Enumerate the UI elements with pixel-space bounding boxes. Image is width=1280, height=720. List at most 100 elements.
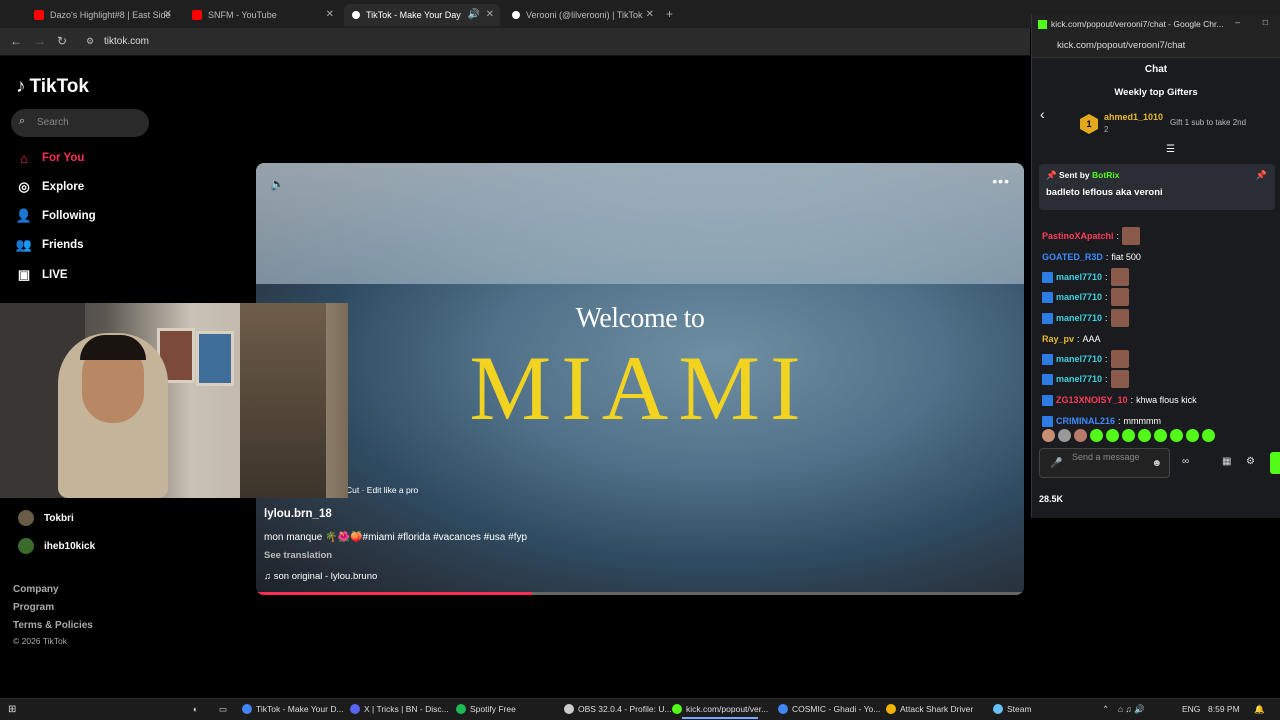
emote-icon[interactable] bbox=[1122, 429, 1135, 442]
emote-icon[interactable] bbox=[1138, 429, 1151, 442]
taskbar-app[interactable]: Attack Shark Driver bbox=[886, 704, 973, 714]
reload-icon[interactable]: ↻ bbox=[57, 34, 67, 48]
windows-start-icon[interactable]: ⊞ bbox=[8, 704, 16, 715]
tab-verooni[interactable]: Verooni (@lilverooni) | TikTok ✕ bbox=[504, 4, 660, 26]
taskbar-app-label: COSMIC - Ghadi - Yo... bbox=[792, 704, 881, 714]
chat-username[interactable]: manel7710 bbox=[1056, 313, 1102, 323]
emote-icon[interactable] bbox=[1186, 429, 1199, 442]
pinned-message[interactable]: 📌 Sent by BotRix 📌 badleto leflous aka v… bbox=[1039, 164, 1275, 210]
video-caption: mon manque 🌴🌺🍑#miami #florida #vacances … bbox=[264, 532, 528, 543]
nav-explore[interactable]: ◎ Explore bbox=[16, 176, 84, 198]
url-field[interactable]: tiktok.com bbox=[104, 36, 149, 47]
chat-username[interactable]: manel7710 bbox=[1056, 272, 1102, 282]
chat-header: Chat bbox=[1144, 64, 1168, 75]
chat-username[interactable]: CRIMINAL216 bbox=[1056, 416, 1115, 426]
emote-icon[interactable] bbox=[1090, 429, 1103, 442]
taskbar-app-label: Steam bbox=[1007, 704, 1032, 714]
account-iheb10kick[interactable]: iheb10kick bbox=[18, 537, 95, 555]
chat-send-button[interactable] bbox=[1270, 452, 1280, 474]
nav-for-you[interactable]: ⌂ For You bbox=[16, 147, 84, 169]
speaker-icon[interactable]: 🔊 bbox=[468, 9, 480, 20]
taskbar-app[interactable]: COSMIC - Ghadi - Yo... bbox=[778, 704, 880, 714]
footer-program[interactable]: Program bbox=[13, 602, 54, 613]
webcam-overlay bbox=[0, 303, 348, 498]
system-time[interactable]: 8:59 PM bbox=[1208, 704, 1240, 714]
emote-icon[interactable] bbox=[1074, 429, 1087, 442]
tiktok-logo[interactable]: ♪ TikTok bbox=[16, 76, 89, 98]
chat-separator: : bbox=[1118, 416, 1121, 426]
chat-message-input[interactable]: 🎤 Send a message ☻ bbox=[1039, 448, 1170, 478]
edge-icon[interactable]: ◐ bbox=[193, 704, 198, 714]
emote-bar bbox=[1042, 429, 1215, 442]
settings-icon[interactable]: ⚙ bbox=[1246, 456, 1255, 467]
emote-icon[interactable] bbox=[1154, 429, 1167, 442]
minimize-icon[interactable]: – bbox=[1235, 17, 1240, 27]
emote-icon[interactable] bbox=[1106, 429, 1119, 442]
chat-username[interactable]: GOATED_R3D bbox=[1042, 252, 1103, 262]
close-icon[interactable]: ✕ bbox=[646, 9, 654, 20]
new-tab-icon[interactable]: + bbox=[666, 7, 673, 21]
forward-icon[interactable]: → bbox=[34, 34, 46, 48]
chat-message: CRIMINAL216: mmmmm bbox=[1042, 412, 1161, 430]
site-info-icon[interactable]: ⚙ bbox=[86, 36, 94, 47]
back-icon[interactable]: ← bbox=[10, 34, 22, 48]
chat-username[interactable]: ZG13XNOISY_10 bbox=[1056, 395, 1128, 405]
emote-icon[interactable] bbox=[1170, 429, 1183, 442]
emote-icon[interactable] bbox=[1058, 429, 1071, 442]
footer-terms[interactable]: Terms & Policies bbox=[13, 620, 93, 631]
gift-cta[interactable]: Gift 1 sub to take 2nd bbox=[1170, 118, 1246, 127]
see-translation-link[interactable]: See translation bbox=[264, 550, 332, 561]
mic-icon[interactable]: 🎤 bbox=[1050, 458, 1062, 469]
more-options-icon[interactable]: ••• bbox=[992, 173, 1010, 189]
sub-badge-icon bbox=[1042, 394, 1053, 406]
chat-message: Ray_pv: AAA bbox=[1042, 330, 1101, 348]
top-gifter[interactable]: 1 ahmed1_1010 2 Gift 1 sub to take 2nd bbox=[1080, 112, 1280, 138]
chevron-left-icon[interactable]: ‹ bbox=[1040, 106, 1045, 122]
maximize-icon[interactable]: □ bbox=[1263, 17, 1268, 27]
chat-username[interactable]: PastinoXApatchi bbox=[1042, 231, 1114, 241]
chat-username[interactable]: Ray_pv bbox=[1042, 334, 1074, 344]
video-overlay-title: Welcome to bbox=[575, 303, 705, 334]
chat-username[interactable]: manel7710 bbox=[1056, 292, 1102, 302]
notification-icon[interactable]: 🔔 bbox=[1254, 704, 1265, 715]
taskbar-app[interactable]: Steam bbox=[993, 704, 1032, 714]
taskbar-app[interactable]: OBS 32.0.4 - Profile: U... bbox=[564, 704, 672, 714]
account-tokbri[interactable]: Tokbri bbox=[18, 509, 74, 527]
close-icon[interactable]: ✕ bbox=[486, 9, 494, 20]
unpin-icon[interactable]: 📌 bbox=[1256, 170, 1267, 181]
taskbar-app[interactable]: X | Tricks | BN - Disc... bbox=[350, 704, 449, 714]
nav-friends[interactable]: 👥 Friends bbox=[16, 234, 84, 256]
taskbar-app[interactable]: kick.com/popout/ver... bbox=[672, 704, 768, 719]
file-explorer-icon[interactable]: ▭ bbox=[219, 704, 227, 715]
chat-message: PastinoXApatchi: bbox=[1042, 227, 1141, 245]
search-input[interactable]: ⌕ Search bbox=[11, 109, 149, 137]
tab-dazo[interactable]: Dazo's Highlight#8 | East Side ✕ bbox=[26, 4, 178, 26]
store-icon[interactable]: ▦ bbox=[1222, 456, 1231, 467]
video-player[interactable]: 🔈 ••• Welcome to MIAMI Cut · Edit like a… bbox=[256, 163, 1024, 595]
kick-url-bar[interactable]: kick.com/popout/verooni7/chat bbox=[1032, 34, 1280, 58]
tray-icons[interactable]: ⌂ ♫ 🔊 bbox=[1118, 704, 1145, 715]
video-author[interactable]: lylou.brn_18 bbox=[264, 508, 332, 520]
footer-company[interactable]: Company bbox=[13, 584, 59, 595]
video-sound[interactable]: ♫ son original - lylou.bruno bbox=[264, 571, 377, 582]
taskbar-app[interactable]: TikTok - Make Your D... bbox=[242, 704, 344, 714]
nav-live[interactable]: ▣ LIVE bbox=[16, 264, 68, 286]
emote-icon[interactable] bbox=[1202, 429, 1215, 442]
tab-snfm[interactable]: SNFM - YouTube ✕ bbox=[184, 4, 340, 26]
tab-tiktok[interactable]: TikTok - Make Your Day 🔊 ✕ bbox=[344, 4, 500, 26]
video-progress-bar[interactable] bbox=[256, 592, 1024, 595]
close-icon[interactable]: ✕ bbox=[164, 9, 172, 20]
close-icon[interactable]: ✕ bbox=[326, 9, 334, 20]
nav-following[interactable]: 👤 Following bbox=[16, 205, 96, 227]
chevron-up-icon[interactable]: ⌃ bbox=[1102, 704, 1109, 715]
emoji-icon[interactable]: ☻ bbox=[1151, 458, 1162, 469]
chat-username[interactable]: manel7710 bbox=[1056, 354, 1102, 364]
emote-icon[interactable] bbox=[1042, 429, 1055, 442]
chat-username[interactable]: manel7710 bbox=[1056, 374, 1102, 384]
volume-icon[interactable]: 🔈 bbox=[270, 177, 285, 191]
language-indicator[interactable]: ENG bbox=[1182, 704, 1200, 714]
points-icon[interactable]: ∞ bbox=[1182, 456, 1189, 467]
capcut-tag[interactable]: Cut · Edit like a pro bbox=[346, 485, 418, 495]
filter-icon[interactable]: ☰ bbox=[1166, 144, 1175, 155]
taskbar-app[interactable]: Spotify Free bbox=[456, 704, 516, 714]
